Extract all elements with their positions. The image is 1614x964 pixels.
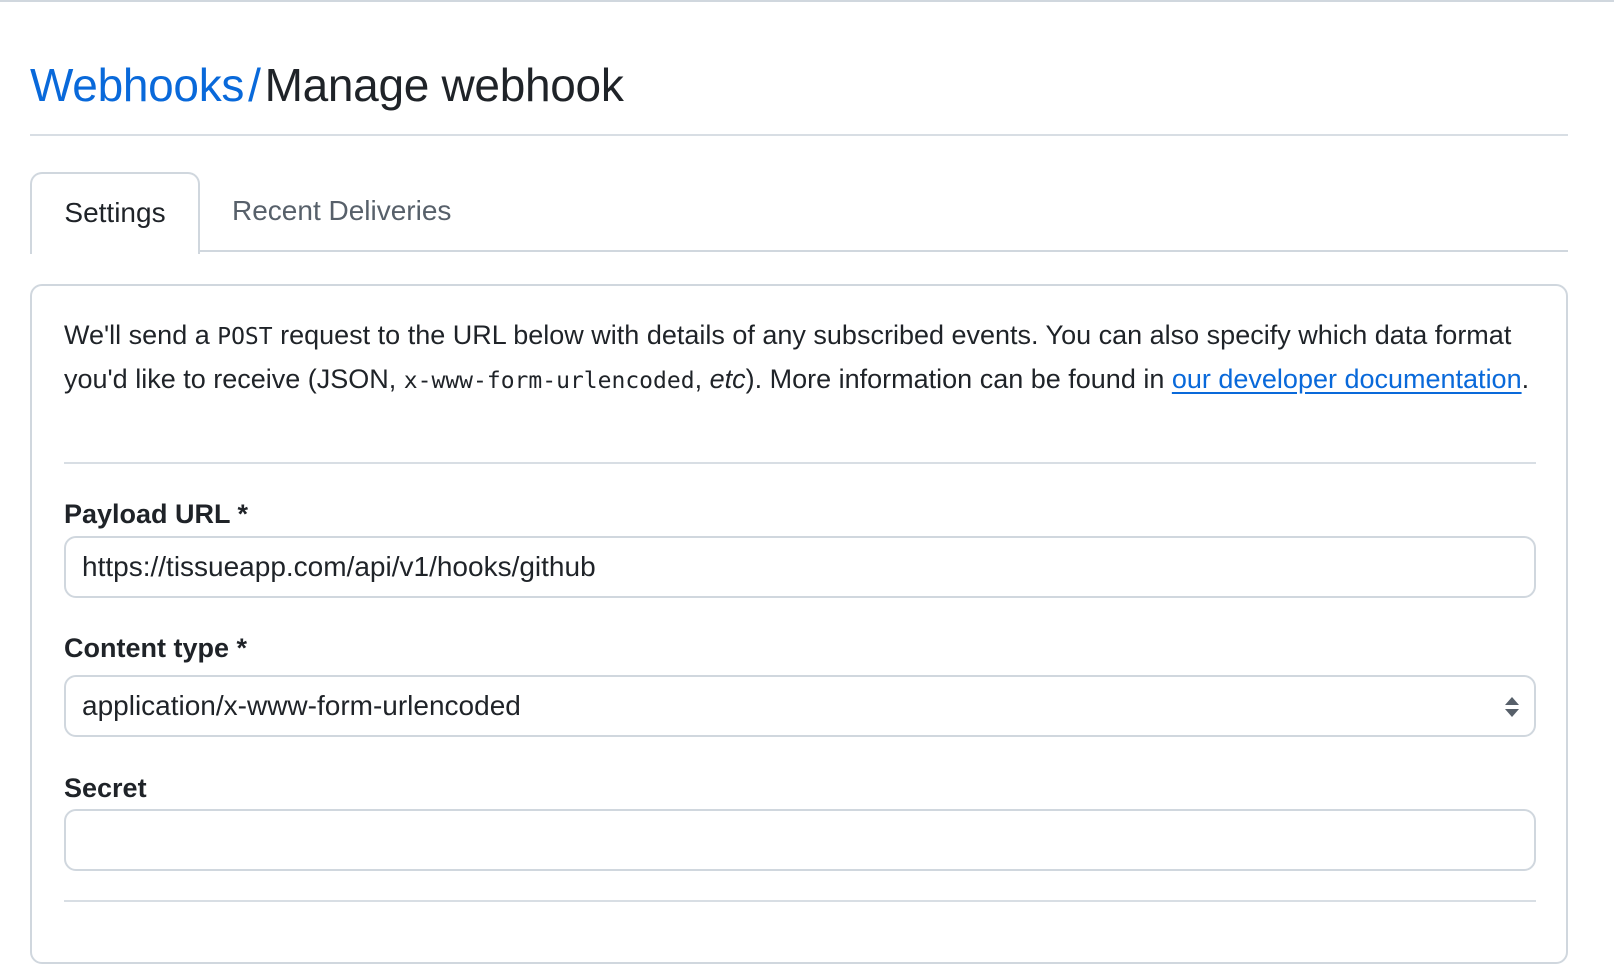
tab-recent-deliveries[interactable]: Recent Deliveries [232, 172, 451, 252]
content-type-select[interactable]: application/x-www-form-urlencoded [64, 675, 1536, 737]
intro-etc: etc [709, 364, 746, 394]
intro-code-format: x-www-form-urlencoded [403, 368, 695, 394]
bottom-divider [64, 900, 1536, 902]
intro-part-1: We'll send a [64, 320, 218, 350]
payload-url-input[interactable] [64, 536, 1536, 598]
tab-settings[interactable]: Settings [30, 172, 200, 254]
secret-label: Secret [64, 773, 147, 803]
updown-icon [1505, 697, 1519, 717]
intro-part-3: , [694, 364, 710, 394]
secret-input[interactable] [64, 809, 1536, 871]
breadcrumb-webhooks-link[interactable]: Webhooks [30, 59, 244, 111]
content-type-label: Content type * [64, 633, 248, 663]
page-title: Manage webhook [264, 59, 624, 111]
page-header: Webhooks/Manage webhook [30, 52, 1568, 136]
intro-code-post: POST [217, 324, 273, 350]
intro-part-5: . [1521, 364, 1530, 394]
content-type-selected-value: application/x-www-form-urlencoded [82, 690, 521, 721]
developer-documentation-link[interactable]: our developer documentation [1172, 364, 1522, 394]
breadcrumb: Webhooks/Manage webhook [30, 52, 1568, 118]
payload-url-label: Payload URL * [64, 499, 249, 529]
breadcrumb-separator: / [248, 59, 261, 111]
top-border [0, 0, 1614, 2]
section-divider [64, 462, 1536, 464]
settings-panel: We'll send a POST request to the URL bel… [30, 284, 1568, 964]
intro-text: We'll send a POST request to the URL bel… [64, 314, 1534, 402]
intro-part-4: ). More information can be found in [745, 364, 1172, 394]
tab-bar: Settings Recent Deliveries [30, 172, 1568, 254]
